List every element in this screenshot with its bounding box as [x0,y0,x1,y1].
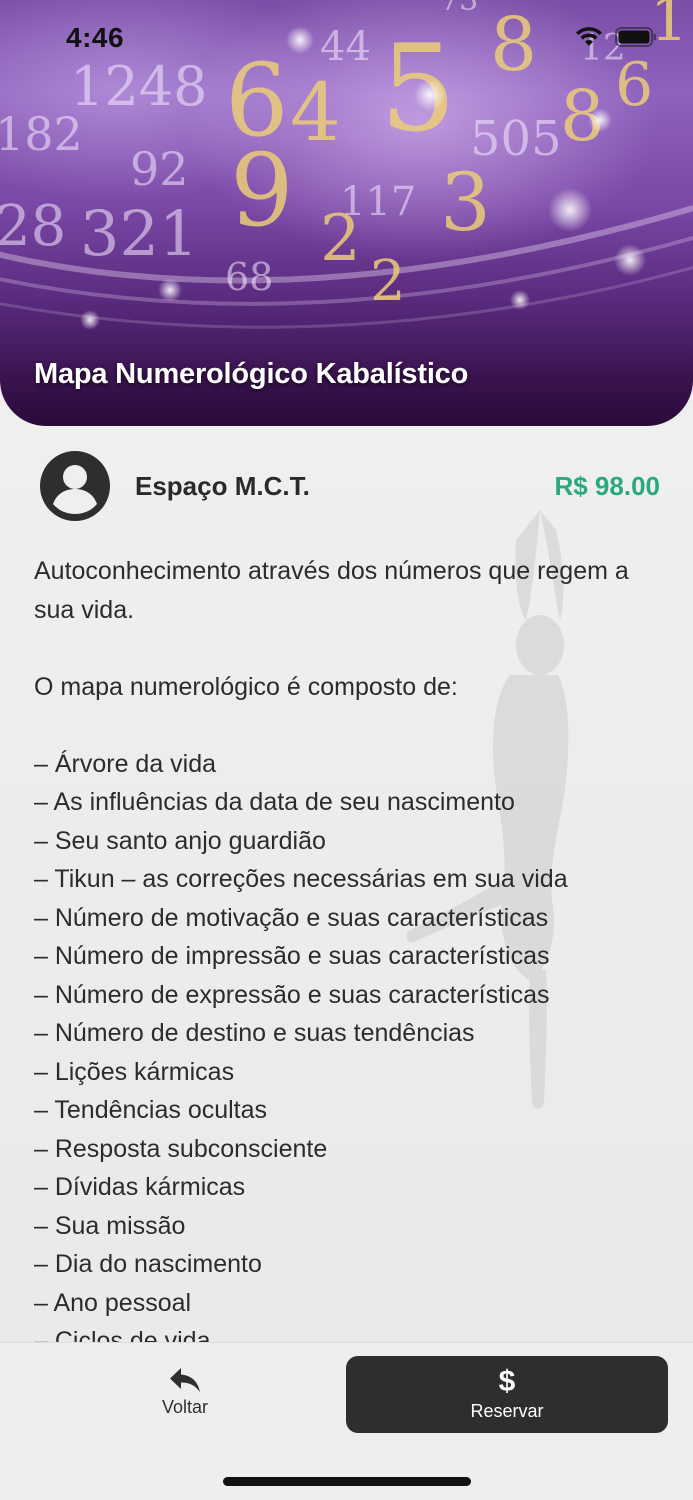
dollar-icon: $ [498,1365,516,1398]
svg-text:6: 6 [615,50,653,120]
list-item: – Árvore da vida [34,749,217,778]
svg-text:3: 3 [440,156,491,249]
list-item: – Resposta subconsciente [34,1134,328,1163]
screen: 1248 182 92 28 321 44 505 117 68 12 73 6… [0,0,693,1500]
service-description: Autoconhecimento através dos números que… [34,552,664,1342]
reserve-button[interactable]: $ Reservar [346,1356,668,1433]
svg-text:2: 2 [320,202,361,276]
user-avatar-icon [40,451,110,521]
list-item: – Seu santo anjo guardião [34,826,326,855]
list-item: – Ciclos de vida [34,1327,211,1342]
reply-arrow-icon [170,1368,200,1392]
list-item: – Número de expressão e suas característ… [34,980,550,1009]
list-item: – Lições kármicas [34,1057,235,1086]
back-button[interactable]: Voltar [130,1367,240,1433]
description-list-heading: O mapa numerológico é composto de: [34,672,458,701]
list-item: – Tendências ocultas [34,1096,268,1124]
home-indicator [223,1477,471,1486]
status-icons [575,26,657,48]
svg-text:9: 9 [230,132,294,249]
page-title: Mapa Numerológico Kabalístico [34,358,469,390]
svg-text:68: 68 [225,255,273,299]
list-item: – Sua missão [34,1211,186,1240]
svg-text:8: 8 [490,2,537,88]
description-intro: Autoconhecimento através dos números que… [34,557,629,624]
list-item: – Ano pessoal [34,1288,192,1317]
svg-text:73: 73 [440,0,478,18]
list-item: – Número de motivação e suas característ… [34,903,549,932]
hero-banner: 1248 182 92 28 321 44 505 117 68 12 73 6… [0,0,693,426]
svg-text:321: 321 [80,197,198,270]
svg-text:28: 28 [0,194,66,259]
price-label: R$ 98.00 [554,470,660,501]
svg-text:2: 2 [370,249,406,314]
provider-row: Espaço M.C.T. R$ 98.00 [40,450,660,522]
list-item: – As influências da data de seu nascimen… [34,788,515,816]
list-item: – Dia do nascimento [34,1250,262,1278]
svg-text:1248: 1248 [70,55,207,118]
list-item: – Tikun – as correções necessárias em su… [34,865,568,893]
battery-icon [615,27,656,47]
list-item: – Dívidas kármicas [34,1173,246,1201]
reserve-button-label: Reservar [470,1401,544,1421]
list-item: – Número de impressão e suas característ… [34,942,550,970]
status-time: 4:46 [66,22,125,53]
svg-text:92: 92 [130,142,189,196]
svg-text:182: 182 [0,107,83,161]
wifi-icon [576,27,602,46]
list-item: – Número de destino e suas tendências [34,1019,475,1047]
back-button-label: Voltar [161,1397,209,1417]
provider-name: Espaço M.C.T. [135,470,310,501]
svg-text:4: 4 [290,66,341,159]
svg-text:44: 44 [320,24,371,70]
